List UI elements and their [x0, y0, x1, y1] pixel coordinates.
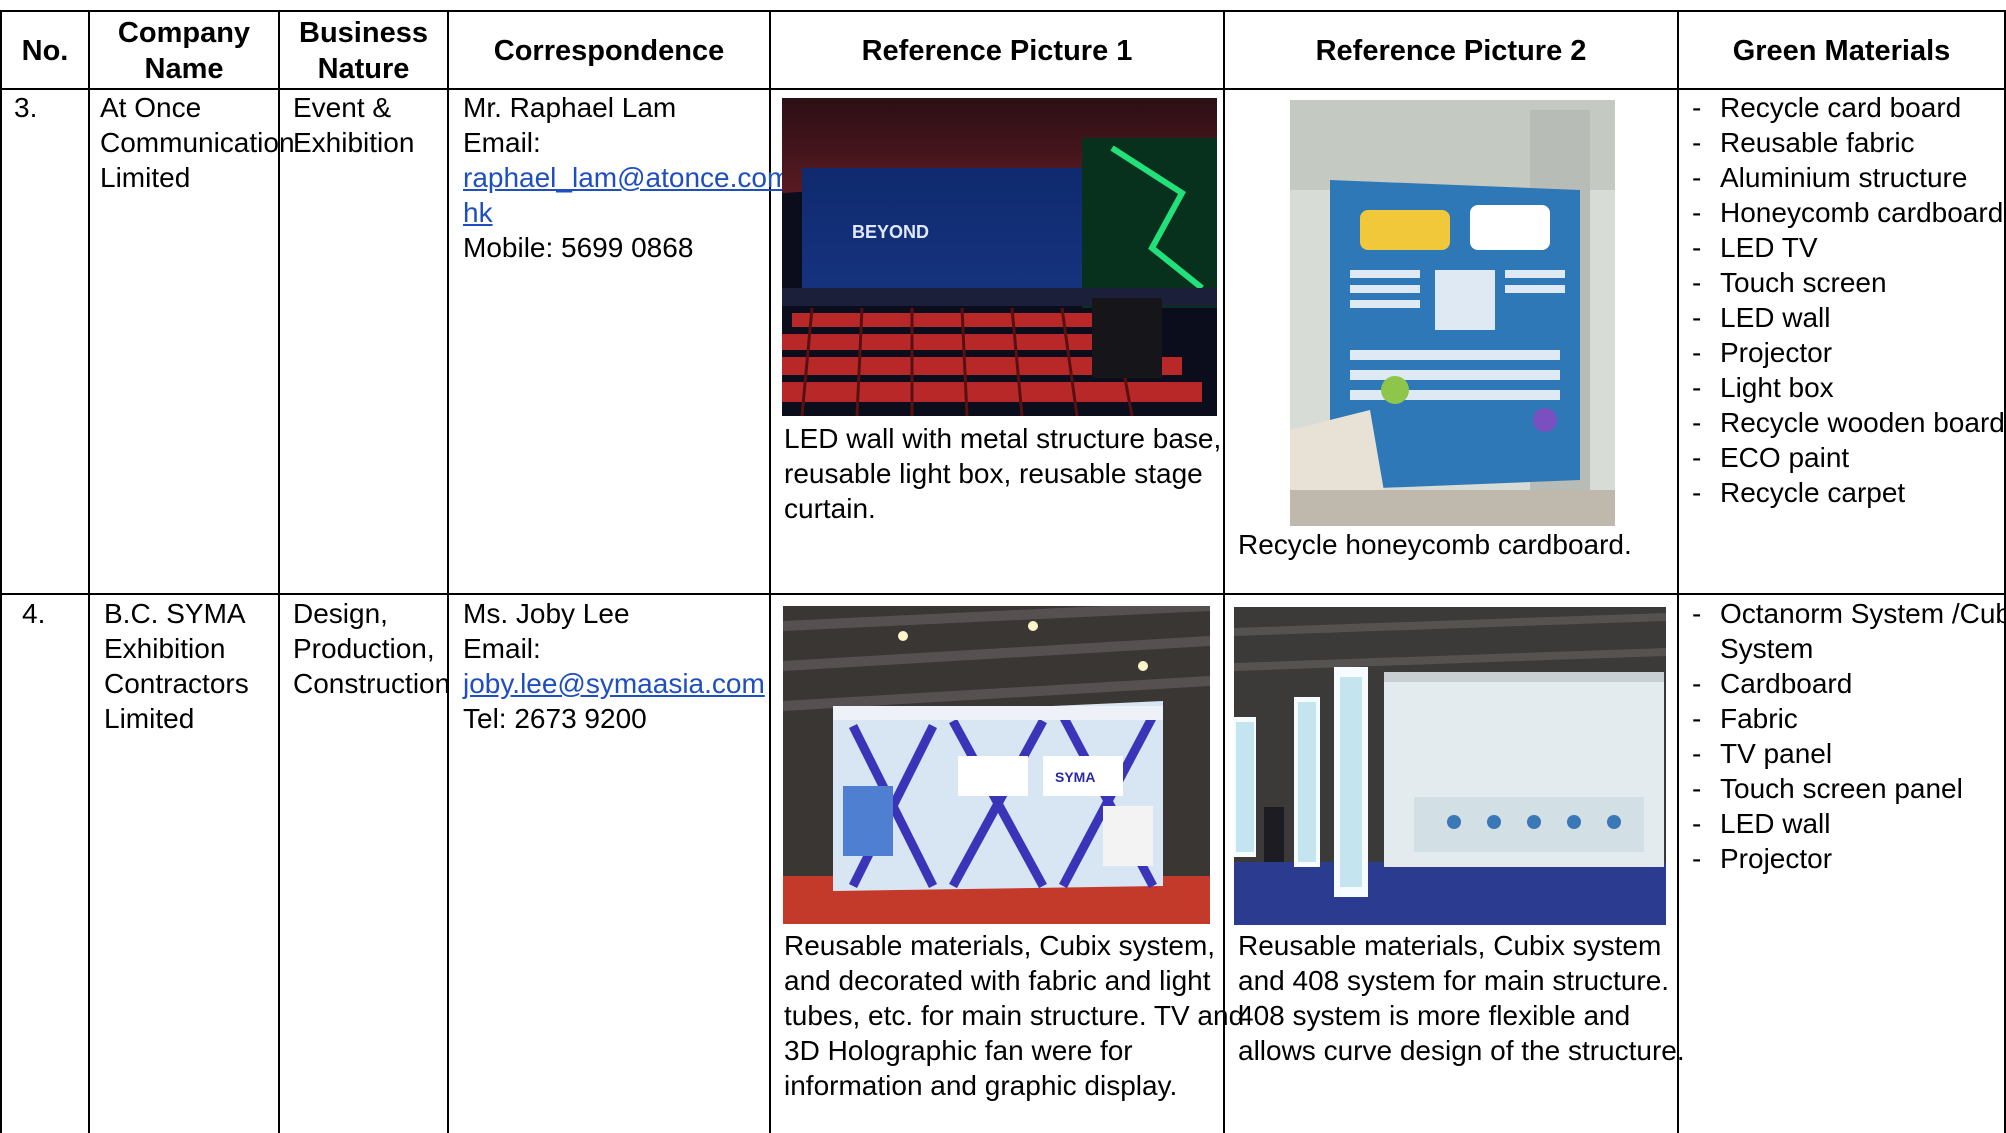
header-business-nature: Business Nature	[280, 12, 447, 90]
material-item: Fabric	[1690, 701, 2006, 736]
header-correspondence: Correspondence	[449, 12, 769, 90]
booth-sign: SYMA	[1055, 769, 1095, 785]
header-ref2-label: Reference Picture 2	[1315, 35, 1587, 67]
material-item: Honeycomb cardboard	[1690, 195, 2005, 230]
header-no: No.	[2, 12, 88, 90]
row-number: 3.	[14, 92, 38, 123]
company-line: Limited	[104, 703, 195, 734]
material-item: Recycle card board	[1690, 90, 2005, 125]
header-company-line2: Name	[144, 53, 224, 85]
col-border	[0, 10, 2, 1133]
material-item: Touch screen panel	[1690, 771, 2006, 806]
header-reference-picture-1: Reference Picture 1	[771, 12, 1223, 90]
header-correspondence-label: Correspondence	[493, 35, 725, 67]
material-item: TV panel	[1690, 736, 2006, 771]
caption-line: Reusable materials, Cubix system,	[784, 930, 1216, 961]
material-item: LED TV	[1690, 230, 2005, 265]
phone-number: Mobile: 5699 0868	[463, 232, 694, 263]
row3-reference-photo-1: BEYOND	[782, 98, 1217, 416]
material-item: ECO paint	[1690, 440, 2005, 475]
business-line: Event &	[293, 92, 392, 123]
caption-line: tubes, etc. for main structure. TV and	[784, 1000, 1245, 1031]
row3-company-name: At Once Communication Limited	[100, 90, 295, 195]
material-item: Recycle wooden board	[1690, 405, 2005, 440]
company-line: Limited	[100, 162, 191, 193]
header-company-line1: Company	[117, 17, 251, 49]
phone-number: Tel: 2673 9200	[463, 703, 647, 734]
material-item: LED wall	[1690, 300, 2005, 335]
row4-reference-photo-2	[1234, 607, 1666, 925]
caption-line: reusable light box, reusable stage	[784, 458, 1203, 489]
row4-business-nature: Design, Production, Construction	[293, 596, 450, 701]
email-link[interactable]: raphael_lam@atonce.com.	[463, 160, 798, 195]
row3-business-nature: Event & Exhibition	[293, 90, 414, 160]
row4-company-name: B.C. SYMA Exhibition Contractors Limited	[104, 596, 249, 736]
company-line: At Once	[100, 92, 202, 123]
row3-correspondence: Mr. Raphael Lam Email: raphael_lam@atonc…	[463, 90, 798, 265]
row3-green-materials: Recycle card board Reusable fabric Alumi…	[1690, 90, 2005, 510]
row3-ref2-caption: Recycle honeycomb cardboard.	[1238, 527, 1632, 562]
row3-no: 3.	[14, 90, 37, 125]
caption-line: Recycle honeycomb cardboard.	[1238, 529, 1632, 560]
row-divider	[0, 593, 2006, 595]
col-border	[88, 10, 90, 1133]
row3-ref1-caption: LED wall with metal structure base, reus…	[784, 421, 1221, 526]
header-business-line1: Business	[299, 17, 428, 49]
caption-line: LED wall with metal structure base,	[784, 423, 1222, 454]
caption-line: curtain.	[784, 493, 876, 524]
company-line: B.C. SYMA	[104, 598, 246, 629]
contact-name: Mr. Raphael Lam	[463, 92, 677, 123]
company-line: Communication	[100, 127, 295, 158]
material-item: Reusable fabric	[1690, 125, 2005, 160]
header-business-line2: Nature	[317, 53, 410, 85]
business-line: Construction	[293, 668, 451, 699]
row4-reference-photo-1: SYMA	[783, 606, 1210, 924]
material-item: Touch screen	[1690, 265, 2005, 300]
material-item: Octanorm System /Cubix	[1690, 596, 2006, 631]
material-item: Projector	[1690, 335, 2005, 370]
material-item: Cardboard	[1690, 666, 2006, 701]
row4-ref1-caption: Reusable materials, Cubix system, and de…	[784, 928, 1244, 1103]
header-green-materials: Green Materials	[1679, 12, 2004, 90]
company-line: Contractors	[104, 668, 249, 699]
caption-line: and decorated with fabric and light	[784, 965, 1211, 996]
caption-line: Reusable materials, Cubix system	[1238, 930, 1662, 961]
row4-green-materials: Octanorm System /Cubix System Cardboard …	[1690, 596, 2006, 876]
material-item: Projector	[1690, 841, 2006, 876]
email-link-continued[interactable]: hk	[463, 195, 798, 230]
caption-line: information and graphic display.	[784, 1070, 1178, 1101]
header-no-label: No.	[21, 35, 69, 67]
material-item: Aluminium structure	[1690, 160, 2005, 195]
contact-name: Ms. Joby Lee	[463, 598, 630, 629]
caption-line: 3D Holographic fan were for	[784, 1035, 1133, 1066]
header-reference-picture-2: Reference Picture 2	[1225, 12, 1677, 90]
caption-line: 408 system is more flexible and	[1238, 1000, 1631, 1031]
row3-reference-photo-2	[1290, 100, 1615, 526]
material-item: Recycle carpet	[1690, 475, 2005, 510]
row4-correspondence: Ms. Joby Lee Email: joby.lee@symaasia.co…	[463, 596, 765, 736]
business-line: Design,	[293, 598, 388, 629]
header-company-name: Company Name	[90, 12, 278, 90]
header-ref1-label: Reference Picture 1	[861, 35, 1133, 67]
material-item: LED wall	[1690, 806, 2006, 841]
business-line: Production,	[293, 633, 435, 664]
row4-ref2-caption: Reusable materials, Cubix system and 408…	[1238, 928, 1685, 1068]
col-border	[447, 10, 449, 1133]
led-wall-sign: BEYOND	[852, 222, 929, 242]
email-label: Email:	[463, 633, 541, 664]
row4-no: 4.	[22, 596, 45, 631]
business-line: Exhibition	[293, 127, 415, 158]
email-link[interactable]: joby.lee@symaasia.com	[463, 666, 765, 701]
header-green-label: Green Materials	[1732, 35, 1951, 67]
material-item: Light box	[1690, 370, 2005, 405]
caption-line: allows curve design of the structure.	[1238, 1035, 1685, 1066]
row-number: 4.	[22, 598, 46, 629]
company-line: Exhibition	[104, 633, 226, 664]
caption-line: and 408 system for main structure.	[1238, 965, 1670, 996]
material-item-continued: System	[1720, 633, 1814, 664]
email-label: Email:	[463, 127, 541, 158]
